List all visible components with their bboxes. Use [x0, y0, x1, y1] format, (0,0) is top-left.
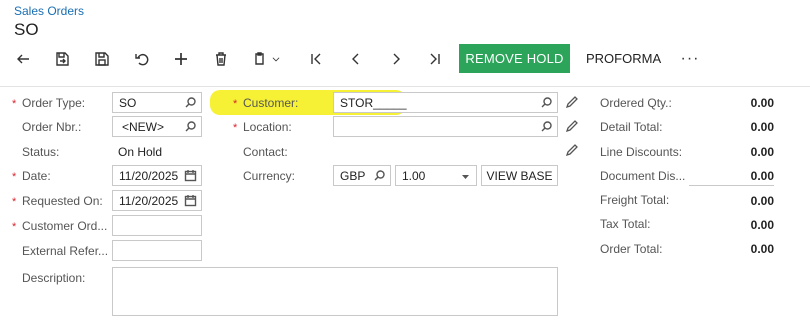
required-marker: * [12, 221, 17, 233]
search-icon[interactable] [540, 96, 553, 109]
customer-ord-field[interactable] [112, 215, 202, 236]
requested-on-value: 11/20/2025 [119, 193, 179, 208]
ordered-qty-label: Ordered Qty.: [600, 96, 672, 110]
required-marker: * [233, 122, 238, 134]
contact-label: Contact: [243, 145, 288, 159]
pencil-icon[interactable] [565, 95, 579, 109]
detail-total-value: 0.00 [750, 120, 774, 134]
currency-label: Currency: [243, 169, 296, 183]
back-icon[interactable] [9, 44, 37, 74]
date-field[interactable]: 11/20/2025 [112, 165, 202, 186]
freight-total-label: Freight Total: [600, 193, 670, 207]
breadcrumb[interactable]: Sales Orders [14, 4, 84, 18]
location-field[interactable] [333, 116, 558, 137]
order-total-value: 0.00 [750, 242, 774, 256]
delete-icon[interactable] [207, 44, 235, 74]
detail-total-label: Detail Total: [600, 120, 663, 134]
customer-value: STOR_____ [340, 95, 407, 110]
undo-icon[interactable] [128, 44, 156, 74]
remove-hold-button[interactable]: REMOVE HOLD [459, 44, 570, 73]
required-marker: * [12, 196, 17, 208]
more-actions-button[interactable]: ··· [677, 44, 703, 73]
ordered-qty-value: 0.00 [750, 96, 774, 110]
freight-total-value: 0.00 [750, 194, 774, 208]
page-title: SO [14, 20, 39, 39]
search-icon[interactable] [184, 96, 197, 109]
add-icon[interactable] [167, 44, 195, 74]
first-icon[interactable] [302, 44, 330, 74]
last-icon[interactable] [421, 44, 449, 74]
dropdown-arrow-icon[interactable] [459, 170, 472, 183]
order-nbr-value: <NEW> [122, 119, 165, 134]
toolbar: REMOVE HOLD PROFORMA ··· [0, 44, 810, 74]
order-type-field[interactable]: SO [112, 92, 202, 113]
rate-select[interactable]: 1.00 [395, 165, 477, 186]
search-icon[interactable] [373, 169, 386, 182]
next-icon[interactable] [382, 44, 410, 74]
customer-ord-label: Customer Ord... [22, 219, 108, 233]
currency-field[interactable]: GBP [333, 165, 391, 186]
customer-field[interactable]: STOR_____ [333, 92, 558, 113]
prev-icon[interactable] [342, 44, 370, 74]
tax-total-label: Tax Total: [600, 217, 651, 231]
view-base-button[interactable]: VIEW BASE [481, 165, 558, 186]
calendar-icon[interactable] [184, 194, 197, 207]
dropdown-arrow-icon[interactable] [268, 44, 284, 74]
calendar-icon[interactable] [184, 169, 197, 182]
location-label: Location: [243, 120, 292, 134]
save-close-icon[interactable] [48, 44, 76, 74]
required-marker: * [233, 98, 238, 110]
status-value: On Hold [118, 145, 163, 159]
external-ref-field[interactable] [112, 240, 202, 261]
search-icon[interactable] [540, 120, 553, 133]
document-dis-underline [689, 185, 774, 186]
line-discounts-value: 0.00 [750, 145, 774, 159]
status-label: Status: [22, 145, 60, 159]
requested-on-field[interactable]: 11/20/2025 [112, 190, 202, 211]
order-nbr-field[interactable]: <NEW> [112, 116, 202, 137]
rate-value: 1.00 [402, 168, 426, 183]
required-marker: * [12, 171, 17, 183]
document-dis-value[interactable]: 0.00 [689, 169, 774, 183]
currency-value: GBP [340, 168, 366, 183]
form-divider [0, 86, 810, 87]
line-discounts-label: Line Discounts: [600, 145, 683, 159]
order-type-label: Order Type: [22, 96, 86, 110]
requested-on-label: Requested On: [22, 194, 103, 208]
view-base-label: VIEW BASE [486, 168, 553, 183]
proforma-button[interactable]: PROFORMA [578, 44, 669, 73]
customer-label: Customer: [243, 96, 299, 110]
external-ref-label: External Refer... [22, 244, 109, 258]
search-icon[interactable] [184, 120, 197, 133]
pencil-icon[interactable] [565, 143, 579, 157]
order-type-value: SO [119, 95, 137, 110]
pencil-icon[interactable] [565, 119, 579, 133]
date-value: 11/20/2025 [119, 168, 179, 183]
save-icon[interactable] [88, 44, 116, 74]
document-dis-label: Document Dis... [600, 169, 686, 183]
order-total-label: Order Total: [600, 242, 663, 256]
date-label: Date: [22, 169, 51, 183]
required-marker: * [12, 98, 17, 110]
order-nbr-label: Order Nbr.: [22, 120, 82, 134]
description-label: Description: [22, 271, 86, 285]
tax-total-value: 0.00 [750, 218, 774, 232]
description-field[interactable] [112, 267, 558, 316]
